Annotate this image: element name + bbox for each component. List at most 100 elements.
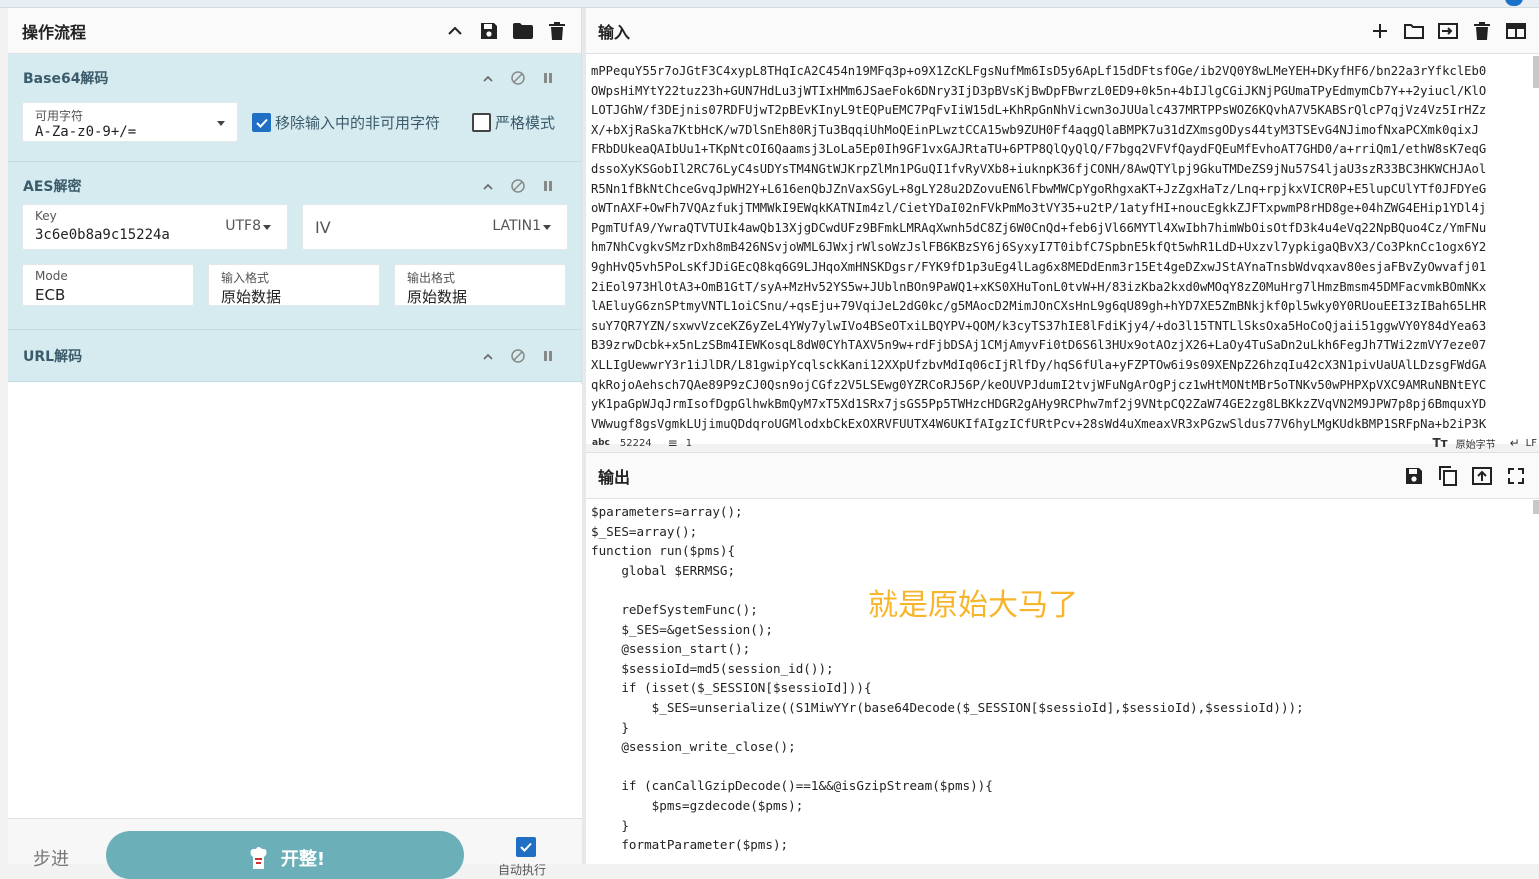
- input-title: 输入: [598, 22, 631, 42]
- input-line: suY7QR7YZN/sxwvVzceKZ6yZeL4YWy7ylwIVo4BS…: [591, 318, 1487, 333]
- pause-icon[interactable]: [540, 70, 556, 86]
- iv-input[interactable]: IV LATIN1: [302, 204, 568, 250]
- remove-nonalpha-label: 移除输入中的非可用字符: [275, 114, 441, 132]
- char-count-icon: abc: [592, 438, 610, 448]
- input-format-select[interactable]: 输入格式 原始数据: [208, 264, 380, 306]
- save-recipe-icon[interactable]: [479, 21, 499, 41]
- input-header: 输入: [586, 8, 1539, 54]
- recipe-panel: 操作流程 Base64解码 可用字符 A-Za-z0-9+/= 移除输入中的非可…: [8, 8, 582, 879]
- disable-icon[interactable]: [510, 178, 526, 194]
- recipe-drop-area[interactable]: [8, 384, 582, 824]
- encoding-label[interactable]: 原始字节: [1456, 436, 1496, 451]
- mode-select[interactable]: Mode ECB: [22, 264, 194, 306]
- replace-input-icon[interactable]: [1471, 465, 1493, 487]
- key-encoding-select[interactable]: UTF8: [225, 218, 261, 234]
- mode-value: ECB: [35, 286, 66, 304]
- step-button[interactable]: 步进: [33, 845, 69, 871]
- maximize-icon[interactable]: [1505, 465, 1527, 487]
- chevron-up-icon[interactable]: [480, 348, 496, 364]
- chevron-down-icon: [217, 121, 225, 126]
- recipe-title: 操作流程: [22, 22, 87, 42]
- strict-mode-label: 严格模式: [495, 114, 556, 132]
- operation-url-decode: URL解码: [8, 330, 581, 382]
- input-line: OWpsHiMYtY22tuz23h+GUN7HdLu3jWTIxHMm6JSa…: [591, 83, 1487, 98]
- disable-icon[interactable]: [510, 70, 526, 86]
- key-input[interactable]: Key 3c6e0b8a9c15224a UTF8: [22, 204, 288, 250]
- checkbox-checked-icon[interactable]: [252, 113, 271, 132]
- output-format-select[interactable]: 输出格式 原始数据: [394, 264, 566, 306]
- line-count-icon: ≡: [667, 436, 678, 450]
- input-line: dssoXyKSGobIl2RC76LyC4sUDYsTM4NGtWJKrpZl…: [591, 161, 1487, 176]
- input-line: PgmTUfA9/YwraQTVTUIk4awQb13XjgDCwdUFz9BF…: [591, 220, 1487, 235]
- operation-name: Base64解码: [23, 71, 109, 87]
- output-line: @session_start();: [591, 641, 751, 657]
- input-line: XLLIgUewwrY3r1iJlDR/L81gwipYcqlsckKani12…: [591, 357, 1487, 372]
- open-folder-icon[interactable]: [1403, 20, 1425, 42]
- input-line: VWwugf8gsVgmkLUjimuQDdqroUGMlodxbCkExOXR…: [591, 416, 1487, 431]
- output-line: $sessioId=md5(session_id());: [591, 660, 834, 676]
- save-output-icon[interactable]: [1403, 465, 1425, 487]
- text-encoding-icon[interactable]: Tт: [1432, 436, 1447, 450]
- eol-icon[interactable]: ↵: [1510, 436, 1520, 450]
- output-header: 输出: [586, 453, 1539, 499]
- input-format-value: 原始数据: [221, 288, 282, 306]
- auto-bake-checkbox[interactable]: [516, 837, 536, 857]
- output-line: function run($pms){: [591, 543, 736, 559]
- char-count: 52224: [619, 437, 652, 449]
- input-line: R5Nn1fBkNtChceGvqJpWH2Y+L616enQbJZnVaxSG…: [591, 181, 1487, 196]
- line-count: 1: [685, 437, 693, 449]
- layout-icon[interactable]: [1505, 20, 1527, 42]
- output-line: formatParameter($pms);: [591, 837, 789, 853]
- chef-hat-icon: [250, 847, 267, 869]
- alphabet-value: A-Za-z0-9+/=: [35, 124, 137, 140]
- iv-label: IV: [315, 218, 331, 237]
- input-line: oWTnAXF+OwFh7VQAzfukjTMMWkI9EWqkKATNIm4z…: [591, 201, 1487, 216]
- clear-recipe-icon[interactable]: [547, 21, 567, 41]
- bake-label: 开整!: [280, 849, 326, 870]
- remove-nonalpha-checkbox[interactable]: 移除输入中的非可用字符: [252, 112, 440, 133]
- input-line: B39zrwDcbk+x5nLzSBm4IEWKosqL8dW0CYhTAXV5…: [591, 338, 1487, 353]
- output-line: }: [591, 719, 629, 735]
- output-title: 输出: [598, 467, 631, 487]
- key-value: 3c6e0b8a9c15224a: [35, 227, 170, 243]
- chevron-up-icon[interactable]: [480, 70, 496, 86]
- pause-icon[interactable]: [540, 178, 556, 194]
- alphabet-select[interactable]: 可用字符 A-Za-z0-9+/=: [22, 102, 238, 142]
- disable-icon[interactable]: [510, 348, 526, 364]
- operation-name: URL解码: [23, 349, 83, 365]
- collapse-all-icon[interactable]: [445, 21, 465, 41]
- input-panel: 输入 mPPequY55r7oJGtF3C4xypL8THqIcA2C454n1…: [586, 8, 1539, 451]
- recipe-footer: 步进 开整! 自动执行: [8, 818, 582, 879]
- chevron-up-icon[interactable]: [480, 178, 496, 194]
- output-format-value: 原始数据: [407, 288, 468, 306]
- input-textarea[interactable]: mPPequY55r7oJGtF3C4xypL8THqIcA2C454n19MF…: [591, 62, 1536, 434]
- output-textarea[interactable]: $parameters=array(); $_SES=array();functi…: [591, 502, 1531, 866]
- input-line: FRbDUkeaQAIbUu1+TKpNtcOI6Qaamsj3LoLa5Ep0…: [591, 142, 1487, 157]
- pause-icon[interactable]: [540, 348, 556, 364]
- eol-label[interactable]: LF: [1526, 438, 1537, 449]
- output-line: if (canCallGzipDecode()==1&&@isGzipStrea…: [591, 778, 993, 794]
- input-line: qkRojoAehsch7QAe89P9zCJ0Qsn9ojCGfz2V5LSE…: [591, 377, 1487, 392]
- output-line: $_SES=array();: [591, 523, 698, 539]
- operation-base64-decode: Base64解码 可用字符 A-Za-z0-9+/= 移除输入中的非可用字符 严…: [8, 54, 581, 162]
- strict-mode-checkbox[interactable]: 严格模式: [472, 112, 555, 133]
- checkbox-unchecked-icon[interactable]: [472, 113, 491, 132]
- output-scrollbar[interactable]: [1533, 500, 1539, 514]
- input-line: mPPequY55r7oJGtF3C4xypL8THqIcA2C454n19MF…: [591, 64, 1487, 78]
- alphabet-label: 可用字符: [35, 109, 84, 123]
- copy-output-icon[interactable]: [1437, 465, 1459, 487]
- chevron-down-icon: [543, 225, 551, 230]
- iv-encoding-select[interactable]: LATIN1: [492, 218, 541, 234]
- input-status-bar: abc 52224 ≡ 1 Tт 原始字节 ↵ LF: [586, 435, 1539, 451]
- clear-input-icon[interactable]: [1471, 20, 1493, 42]
- load-recipe-icon[interactable]: [513, 21, 533, 41]
- input-line: yK1paGpWJqJrmIsofDgpGlhwkBmQyM7xT5Xd1SRx…: [591, 397, 1487, 412]
- add-tab-icon[interactable]: [1369, 20, 1391, 42]
- output-line: }: [591, 817, 629, 833]
- import-file-icon[interactable]: [1437, 20, 1459, 42]
- input-format-label: 输入格式: [221, 271, 270, 285]
- input-scrollbar[interactable]: [1533, 56, 1539, 88]
- output-line: $parameters=array();: [591, 504, 743, 519]
- bake-button[interactable]: 开整!: [106, 831, 464, 879]
